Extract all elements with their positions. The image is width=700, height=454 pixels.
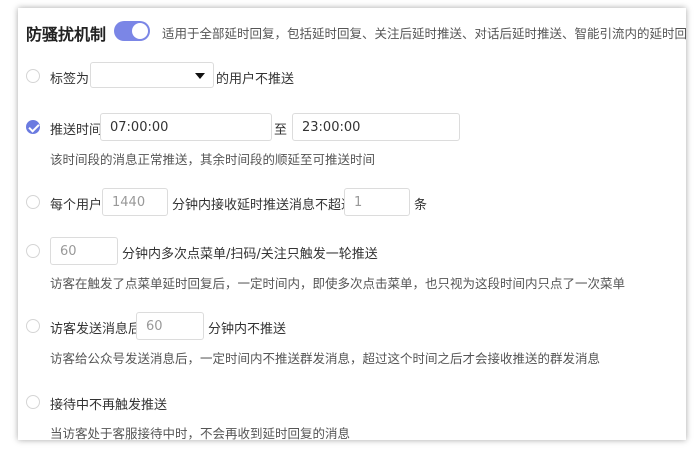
user-limit-prefix: 每个用户 [50,198,103,213]
user-limit-suffix: 条 [414,198,428,213]
user-limit-middle: 分钟内接收延时推送消息不超过 [172,198,355,213]
tag-select[interactable] [90,62,214,88]
radio-reception[interactable] [26,395,40,409]
user-limit-count-input[interactable] [344,188,410,216]
reception-label: 接待中不再触发推送 [50,398,168,413]
radio-tag[interactable] [26,69,40,83]
visitor-message-suffix: 分钟内不推送 [208,322,287,337]
section-title: 防骚扰机制 [26,25,107,44]
visitor-message-prefix: 访客发送消息后 [50,322,142,337]
radio-menu-trigger[interactable] [26,244,40,258]
push-time-end-input[interactable] [292,113,460,141]
anti-harassment-panel: 防骚扰机制 适用于全部延时回复，包括延时回复、关注后延时推送、对话后延时推送、智… [18,8,686,440]
radio-visitor-message[interactable] [26,319,40,333]
reception-hint: 当访客处于客服接待中时，不会再收到延时回复的消息 [50,426,351,440]
push-time-separator: 至 [274,123,288,138]
menu-trigger-hint: 访客在触发了点菜单延时回复后，一定时间内，即使多次点击菜单，也只视为这段时间内只… [50,276,626,291]
visitor-message-minutes-input[interactable] [136,312,204,340]
tag-prefix-label: 标签为 [50,72,90,87]
toggle-knob [132,23,148,39]
radio-push-time[interactable] [26,120,40,134]
visitor-message-hint: 访客给公众号发送消息后，一定时间内不推送群发消息，超过这个时间之后才会接收推送的… [50,351,601,366]
menu-trigger-label: 分钟内多次点菜单/扫码/关注只触发一轮推送 [122,247,378,262]
push-time-label: 推送时间 [50,123,103,138]
menu-trigger-minutes-input[interactable] [50,237,118,265]
user-limit-minutes-input[interactable] [102,188,168,216]
push-time-start-input[interactable] [100,113,272,141]
anti-harassment-toggle[interactable] [114,21,150,41]
radio-user-limit[interactable] [26,195,40,209]
section-description: 适用于全部延时回复，包括延时回复、关注后延时推送、对话后延时推送、智能引流内的延… [162,26,686,41]
chevron-down-icon [195,73,205,79]
push-time-hint: 该时间段的消息正常推送，其余时间段的顺延至可推送时间 [50,152,376,167]
tag-suffix-label: 的用户不推送 [216,72,295,87]
